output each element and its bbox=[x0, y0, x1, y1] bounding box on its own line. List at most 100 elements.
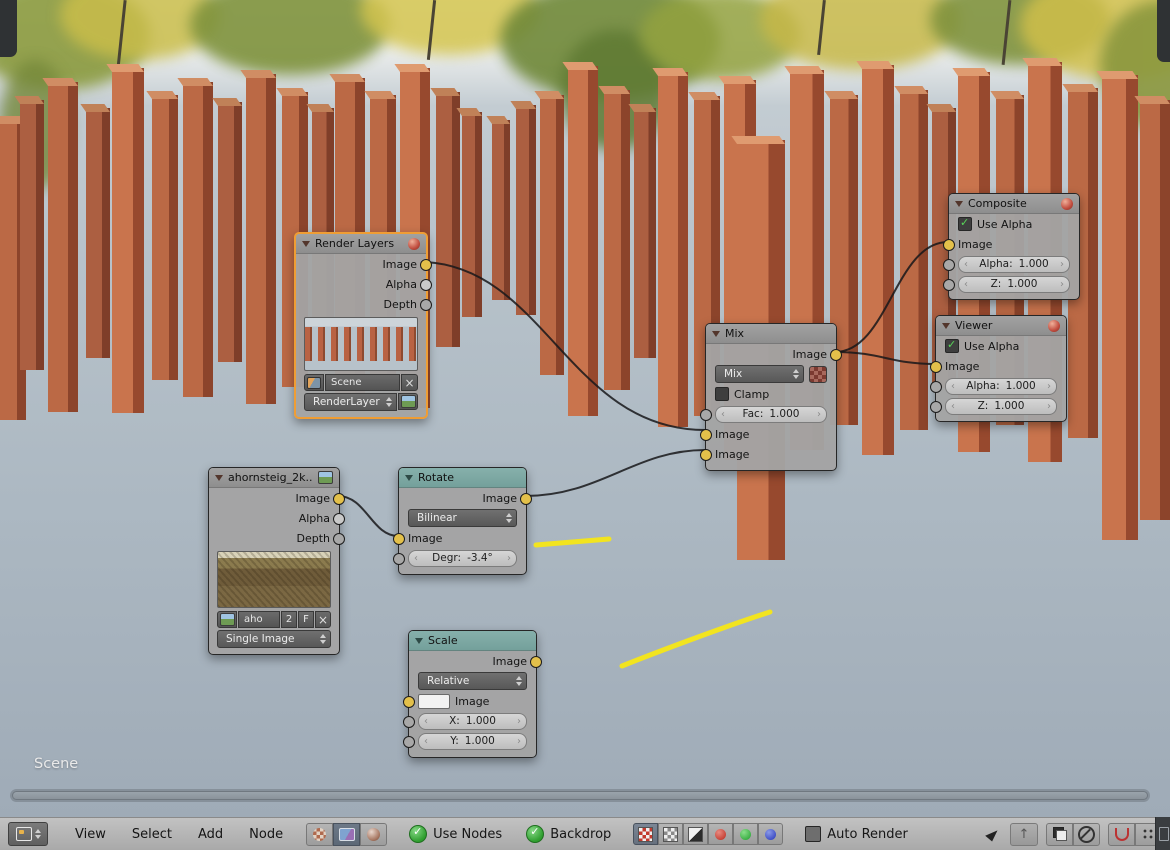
fac-input-socket[interactable] bbox=[700, 409, 712, 421]
alpha-input-socket[interactable] bbox=[930, 381, 942, 393]
fac-slider[interactable]: Fac: 1.000 bbox=[715, 405, 827, 423]
backdrop-toggle[interactable]: Backdrop bbox=[526, 825, 611, 843]
scale-node[interactable]: Scale Image Relative Image X: bbox=[403, 630, 542, 758]
y-slider[interactable]: Y: 1.000 bbox=[418, 732, 527, 750]
shader-nodes-button[interactable] bbox=[306, 822, 334, 846]
degrees-input-socket[interactable] bbox=[393, 553, 405, 565]
image-unlink-button[interactable] bbox=[315, 611, 331, 628]
render-single-layer-button[interactable] bbox=[398, 393, 418, 410]
image1-input-socket[interactable] bbox=[700, 429, 712, 441]
auto-render-checkbox[interactable] bbox=[805, 826, 822, 842]
alpha-input-socket[interactable] bbox=[943, 259, 955, 271]
filter-dropdown[interactable]: Bilinear bbox=[408, 509, 517, 527]
proportional-edit-button[interactable] bbox=[1073, 822, 1100, 846]
collapse-icon[interactable] bbox=[415, 637, 423, 644]
auto-render-toggle[interactable]: Auto Render bbox=[805, 826, 908, 842]
z-slider[interactable]: Z: 1.000 bbox=[945, 397, 1057, 415]
collapse-icon[interactable] bbox=[942, 322, 950, 329]
image-name-field[interactable]: aho bbox=[238, 611, 280, 628]
texture-nodes-button[interactable] bbox=[360, 822, 388, 846]
image-input-socket[interactable] bbox=[943, 239, 955, 251]
backdrop-alpha-button[interactable] bbox=[683, 823, 709, 845]
scene-browse-button[interactable] bbox=[304, 374, 324, 391]
alpha-slider[interactable]: Alpha: 1.000 bbox=[958, 255, 1070, 273]
image-default-swatch[interactable] bbox=[418, 693, 450, 709]
x-slider[interactable]: X: 1.000 bbox=[418, 712, 527, 730]
image-browse-button[interactable] bbox=[217, 611, 237, 628]
clamp-checkbox[interactable] bbox=[715, 387, 729, 401]
menu-node[interactable]: Node bbox=[236, 827, 296, 842]
menu-select[interactable]: Select bbox=[119, 827, 185, 842]
compositing-nodes-button[interactable] bbox=[333, 822, 361, 846]
image-output-socket[interactable] bbox=[333, 493, 345, 505]
use-alpha-checkbox[interactable] bbox=[945, 338, 959, 353]
viewer-header[interactable]: Viewer bbox=[936, 316, 1066, 336]
alpha-slider[interactable]: Alpha: 1.000 bbox=[945, 377, 1057, 395]
image2-input-socket[interactable] bbox=[700, 449, 712, 461]
source-dropdown[interactable]: Single Image bbox=[217, 630, 331, 648]
depth-output-socket[interactable] bbox=[333, 533, 345, 545]
image-output-socket[interactable] bbox=[520, 493, 532, 505]
image-output-socket[interactable] bbox=[530, 656, 542, 668]
users-count-button[interactable]: 2 bbox=[281, 611, 297, 628]
input-label: Image bbox=[408, 531, 443, 545]
z-slider[interactable]: Z: 1.000 bbox=[958, 275, 1070, 293]
render-layers-node[interactable]: Render Layers Image Alpha Depth Scene × … bbox=[294, 232, 432, 419]
use-alpha-checkbox[interactable] bbox=[958, 216, 972, 231]
image-node[interactable]: ahornsteig_2k... Image Alpha Depth aho 2… bbox=[208, 467, 345, 655]
backdrop-green-button[interactable] bbox=[733, 823, 759, 845]
image-input-socket[interactable] bbox=[930, 361, 942, 373]
scene-unlink-button[interactable] bbox=[401, 374, 418, 391]
scrollbar-thumb[interactable] bbox=[12, 791, 1148, 800]
backdrop-color-button[interactable] bbox=[658, 823, 684, 845]
pin-icon[interactable] bbox=[986, 826, 1002, 842]
composite-header[interactable]: Composite bbox=[949, 194, 1079, 214]
render-layer-dropdown[interactable]: RenderLayer bbox=[304, 393, 397, 411]
z-input-socket[interactable] bbox=[930, 401, 942, 413]
menu-add[interactable]: Add bbox=[185, 827, 236, 842]
render-layers-header[interactable]: Render Layers bbox=[296, 234, 426, 254]
compositor-canvas[interactable]: Render Layers Image Alpha Depth Scene × … bbox=[0, 0, 1170, 817]
render-region-button[interactable] bbox=[1046, 822, 1073, 846]
image-input-socket[interactable] bbox=[403, 696, 415, 708]
editor-type-button[interactable] bbox=[8, 822, 48, 846]
backdrop-red-button[interactable] bbox=[708, 823, 734, 845]
alpha-output-socket[interactable] bbox=[420, 279, 432, 291]
scale-header[interactable]: Scale bbox=[409, 631, 536, 651]
collapse-icon[interactable] bbox=[712, 330, 720, 337]
viewer-node[interactable]: Viewer Use Alpha Image Alpha: 1.000 bbox=[930, 315, 1067, 422]
collapse-icon[interactable] bbox=[955, 200, 963, 207]
x-input-socket[interactable] bbox=[403, 716, 415, 728]
backdrop-color-alpha-button[interactable] bbox=[633, 823, 659, 845]
blend-mode-dropdown[interactable]: Mix bbox=[715, 365, 804, 383]
image-output-socket[interactable] bbox=[420, 259, 432, 271]
image-output-socket[interactable] bbox=[830, 349, 842, 361]
rotate-header[interactable]: Rotate bbox=[399, 468, 526, 488]
parent-node-tree-button[interactable] bbox=[1010, 822, 1038, 846]
menu-view[interactable]: View bbox=[62, 827, 119, 842]
use-alpha-toggle-icon[interactable] bbox=[809, 365, 827, 383]
collapse-icon[interactable] bbox=[215, 474, 223, 481]
space-dropdown[interactable]: Relative bbox=[418, 672, 527, 690]
image-input-socket[interactable] bbox=[393, 533, 405, 545]
scene-name-field[interactable]: Scene bbox=[325, 374, 400, 391]
y-input-socket[interactable] bbox=[403, 736, 415, 748]
z-input-socket[interactable] bbox=[943, 279, 955, 291]
use-nodes-toggle[interactable]: Use Nodes bbox=[409, 825, 502, 843]
node-title: Scale bbox=[428, 634, 458, 647]
depth-output-socket[interactable] bbox=[420, 299, 432, 311]
collapse-icon[interactable] bbox=[405, 474, 413, 481]
alpha-output-socket[interactable] bbox=[333, 513, 345, 525]
composite-node[interactable]: Composite Use Alpha Image Alpha: 1.000 bbox=[943, 193, 1080, 300]
mix-node[interactable]: Mix Image Mix Clamp Fac: bbox=[700, 323, 842, 471]
mix-header[interactable]: Mix bbox=[706, 324, 836, 344]
rotate-node[interactable]: Rotate Image Bilinear Image Degr: bbox=[393, 467, 532, 575]
fake-user-button[interactable]: F bbox=[298, 611, 314, 628]
image-node-header[interactable]: ahornsteig_2k... bbox=[209, 468, 339, 488]
backdrop-blue-button[interactable] bbox=[758, 823, 784, 845]
collapse-icon[interactable] bbox=[302, 240, 310, 247]
horizontal-scrollbar[interactable] bbox=[10, 789, 1150, 802]
editor-corner-topright bbox=[1157, 0, 1170, 62]
degrees-slider[interactable]: Degr: -3.4° bbox=[408, 549, 517, 567]
snap-toggle-button[interactable] bbox=[1108, 822, 1135, 846]
